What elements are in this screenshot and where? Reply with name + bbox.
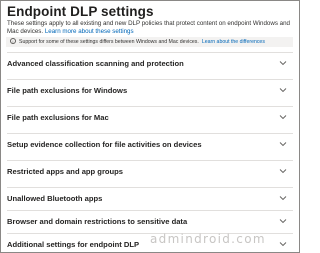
page-title: Endpoint DLP settings [7,4,154,19]
info-icon: i [10,38,16,45]
section-label: Additional settings for endpoint DLP [7,240,140,249]
section-restricted-apps[interactable]: Restricted apps and app groups [7,160,293,188]
section-file-path-mac[interactable]: File path exclusions for Mac [7,106,293,134]
info-bar-text: Support for some of these settings diffe… [19,39,199,45]
learn-more-link[interactable]: Learn more about these settings [45,28,134,35]
chevron-down-icon[interactable] [279,140,287,148]
chevron-down-icon[interactable] [279,217,287,225]
section-label: Unallowed Bluetooth apps [7,194,103,203]
learn-differences-link[interactable]: Learn about the differences [202,39,265,45]
chevron-down-icon[interactable] [279,167,287,175]
info-bar: i Support for some of these settings diff… [6,37,293,47]
section-file-path-windows[interactable]: File path exclusions for Windows [7,79,293,107]
chevron-down-icon[interactable] [279,240,287,248]
chevron-down-icon[interactable] [279,59,287,67]
chevron-down-icon[interactable] [279,113,287,121]
page-description: These settings apply to all existing and… [7,20,293,35]
section-label: File path exclusions for Mac [7,113,109,122]
settings-panel: Endpoint DLP settings These settings app… [0,0,300,253]
section-label: File path exclusions for Windows [7,86,128,95]
chevron-down-icon[interactable] [279,194,287,202]
section-advanced-classification[interactable]: Advanced classification scanning and pro… [7,52,293,80]
section-label: Setup evidence collection for file activ… [7,140,202,149]
section-label: Restricted apps and app groups [7,167,124,176]
section-evidence-collection[interactable]: Setup evidence collection for file activ… [7,133,293,161]
section-label: Advanced classification scanning and pro… [7,59,184,68]
section-label: Browser and domain restrictions to sensi… [7,217,188,226]
chevron-down-icon[interactable] [279,86,287,94]
watermark: admindroid.com [150,232,266,246]
